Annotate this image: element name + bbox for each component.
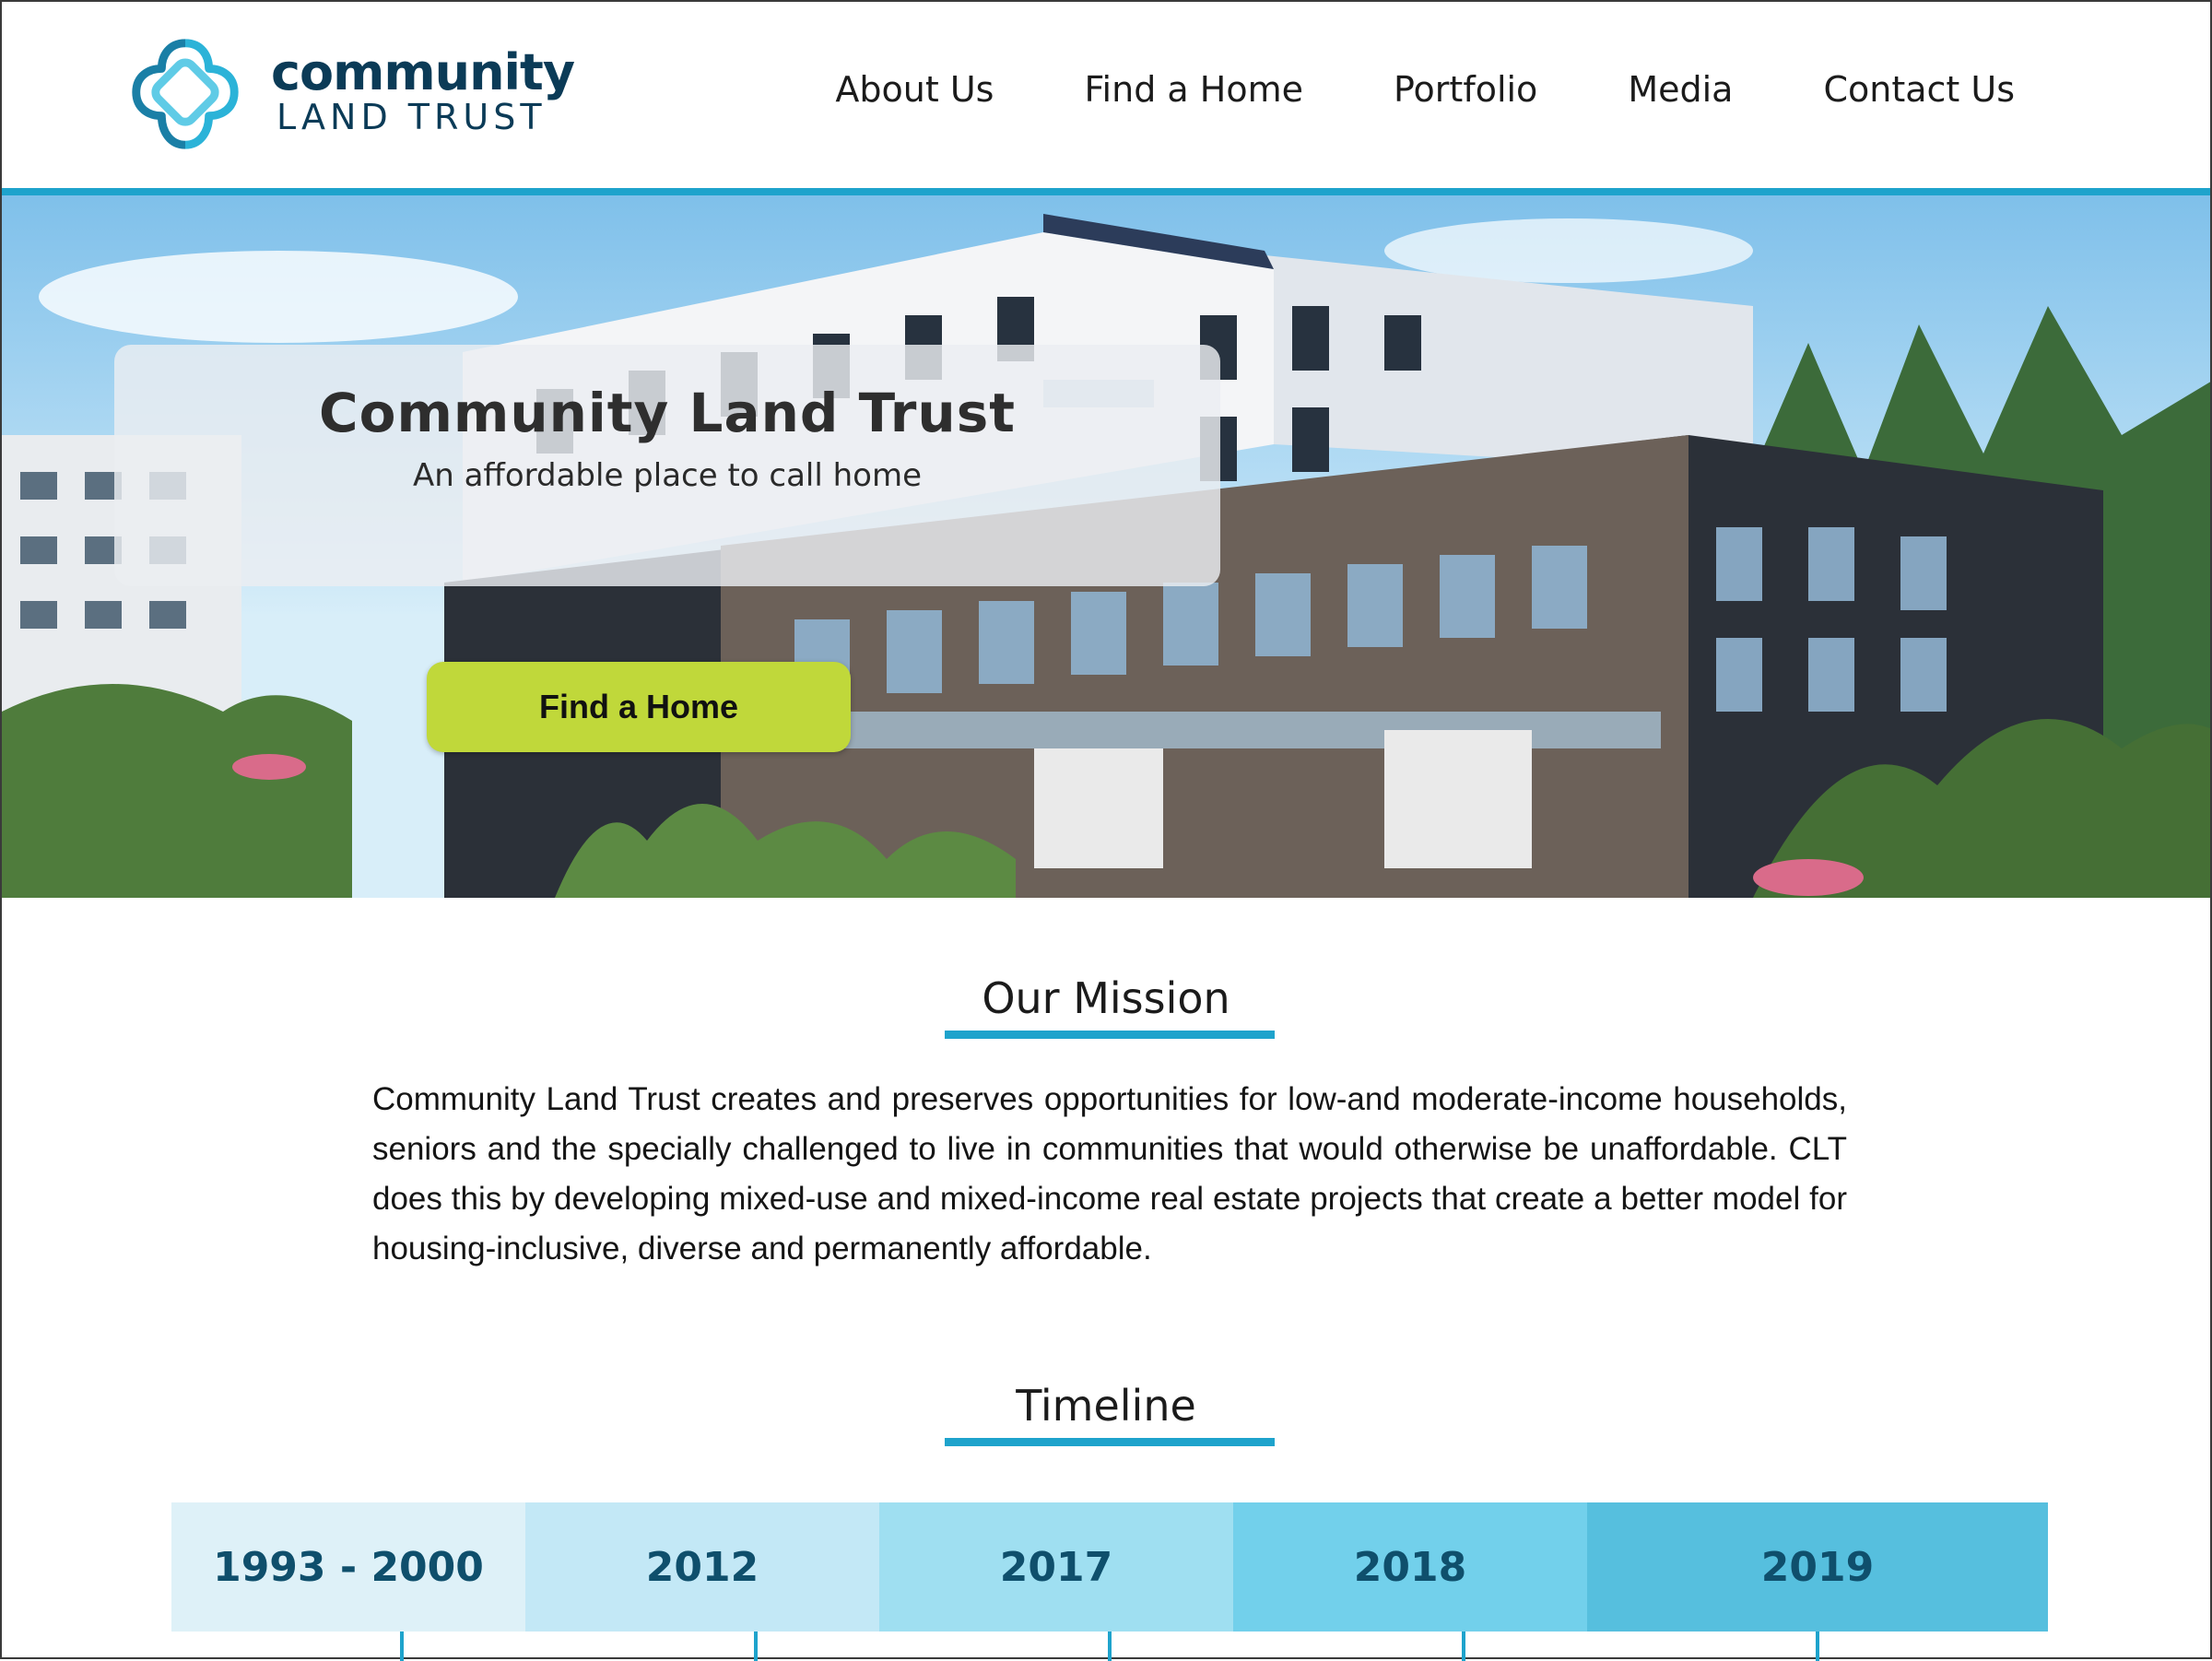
logo-line2: LAND TRUST [276,97,547,137]
site-logo[interactable]: community LAND TRUST [122,31,575,160]
timeline-heading-rule [945,1438,1275,1446]
timeline-tick [754,1632,758,1661]
timeline-segment-2017[interactable]: 2017 [879,1502,1233,1632]
mission-text: Community Land Trust creates and preserv… [372,1081,1847,1266]
timeline-tick [1462,1632,1465,1661]
mission-heading-rule [945,1031,1275,1039]
timeline-tick [400,1632,404,1661]
main-nav: About Us Find a Home Portfolio Media Con… [835,72,2015,107]
timeline-year: 1993 - 2000 [213,1543,484,1591]
mission-heading: Our Mission [982,973,1230,1023]
timeline-year: 2018 [1353,1543,1467,1591]
timeline-year: 2019 [1760,1543,1875,1591]
hero-banner: Community Land Trust An affordable place… [2,195,2210,898]
site-header: community LAND TRUST About Us Find a Hom… [2,2,2210,190]
find-a-home-button[interactable]: Find a Home [427,662,851,752]
nav-find-a-home[interactable]: Find a Home [1084,72,1303,107]
timeline-segment-2012[interactable]: 2012 [525,1502,879,1632]
logo-mark-icon [132,39,239,149]
timeline-segment-1993-2000[interactable]: 1993 - 2000 [171,1502,525,1632]
timeline-segment-2018[interactable]: 2018 [1233,1502,1587,1632]
timeline-bar: 1993 - 2000 2012 2017 2018 2019 [171,1502,2048,1632]
nav-portfolio[interactable]: Portfolio [1394,72,1537,107]
hero-title: Community Land Trust [319,382,1016,444]
nav-media[interactable]: Media [1628,72,1733,107]
logo-line1: community [271,43,575,101]
timeline-segment-2019[interactable]: 2019 [1587,1502,2048,1632]
header-divider [2,188,2210,195]
hero-overlay-card: Community Land Trust An affordable place… [114,345,1220,586]
nav-about-us[interactable]: About Us [835,72,994,107]
timeline-year: 2017 [999,1543,1113,1591]
timeline-year: 2012 [645,1543,759,1591]
timeline-heading: Timeline [1016,1381,1196,1431]
hero-subtitle: An affordable place to call home [412,457,923,494]
timeline-ticks [2,1632,2210,1661]
timeline-tick [1108,1632,1112,1661]
timeline-tick [1816,1632,1819,1661]
nav-contact-us[interactable]: Contact Us [1823,72,2015,107]
